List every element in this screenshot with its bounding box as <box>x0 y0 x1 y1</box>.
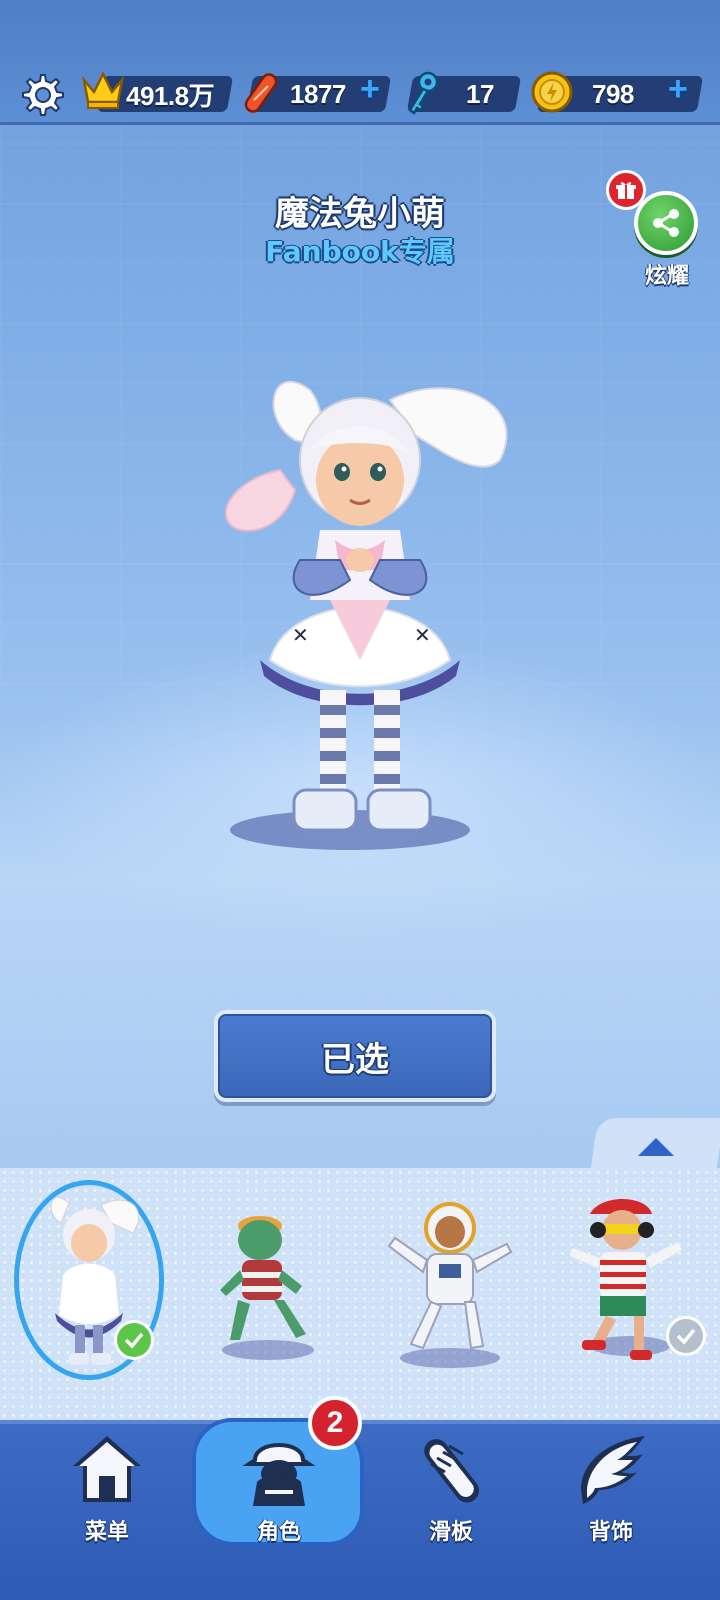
nav-label-boards: 滑板 <box>428 1520 473 1545</box>
hoverboard-icon <box>240 70 282 120</box>
boards-value: 1877 <box>290 78 346 109</box>
selected-button-label: 已选 <box>321 1039 389 1080</box>
keys-value: 17 <box>466 78 494 109</box>
bunny-girl-character-model[interactable]: ✕ ✕ <box>200 360 530 860</box>
astronaut-character-thumb <box>387 1202 513 1368</box>
gift-badge <box>606 170 646 210</box>
selected-check-icon <box>114 1320 154 1360</box>
svg-text:✕: ✕ <box>414 623 431 647</box>
wing-icon <box>581 1436 645 1504</box>
home-icon <box>73 1436 141 1502</box>
gear-icon <box>22 74 64 116</box>
share-icon <box>653 209 679 237</box>
character-subtitle: Fanbook专属 <box>265 235 455 268</box>
nav-label-backpack: 背饰 <box>588 1520 633 1545</box>
crown-icon <box>80 68 126 114</box>
nav-item-backpack[interactable]: 背饰 <box>546 1428 676 1548</box>
score-value: 491.8万 <box>126 80 215 111</box>
character-icon <box>242 1443 316 1506</box>
nav-item-menu[interactable]: 菜单 <box>42 1428 172 1548</box>
svg-text:✕: ✕ <box>292 623 309 647</box>
coins-value: 798 <box>592 78 634 109</box>
gift-icon <box>616 182 636 199</box>
coin-icon <box>530 70 574 118</box>
nav-item-boards[interactable]: 滑板 <box>386 1428 516 1548</box>
owned-check-icon <box>666 1316 706 1356</box>
add-boards-button[interactable]: + <box>360 70 380 109</box>
nav-label-characters: 角色 <box>256 1520 301 1545</box>
skateboard-icon <box>424 1439 480 1503</box>
share-label: 炫耀 <box>644 264 689 289</box>
add-coins-button[interactable]: + <box>668 70 688 109</box>
key-icon <box>402 70 442 120</box>
green-creature-character-thumb <box>220 1216 314 1360</box>
selected-button[interactable]: 已选 <box>214 1010 496 1102</box>
carousel-slot-green-creature[interactable] <box>210 1200 330 1370</box>
settings-button[interactable] <box>16 70 66 120</box>
carousel-slot-astronaut[interactable] <box>375 1198 525 1373</box>
chevron-up-icon[interactable] <box>638 1138 674 1156</box>
nav-label-menu: 菜单 <box>84 1520 129 1545</box>
share-button[interactable] <box>634 191 698 255</box>
notification-badge: 2 <box>308 1396 362 1450</box>
